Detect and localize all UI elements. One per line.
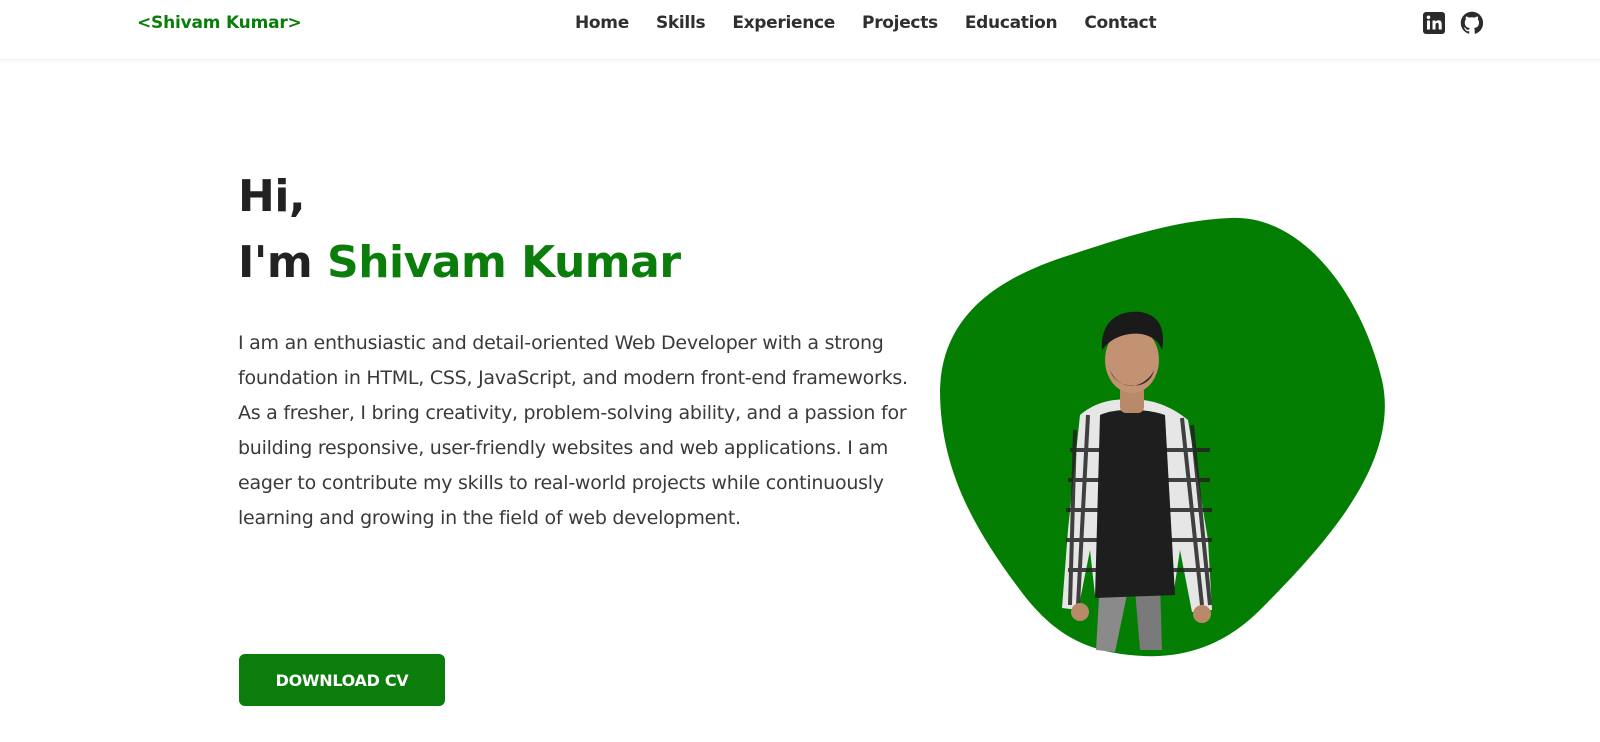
intro-prefix: I'm	[238, 237, 328, 288]
hero-intro: I'm Shivam Kumar	[238, 236, 918, 290]
linkedin-link[interactable]	[1422, 11, 1446, 35]
nav-home[interactable]: Home	[575, 13, 629, 33]
main-nav: Home Skills Experience Projects Educatio…	[575, 13, 1183, 33]
hero-bio: I am an enthusiastic and detail-oriented…	[238, 332, 908, 529]
top-navbar: <Shivam Kumar> Home Skills Experience Pr…	[0, 0, 1600, 60]
download-cv-button[interactable]: DOWNLOAD CV	[239, 654, 445, 706]
hero-greeting: Hi,	[238, 171, 306, 222]
nav-skills[interactable]: Skills	[656, 13, 706, 33]
hero-section: Hi, I'm Shivam Kumar I am an enthusiasti…	[238, 170, 918, 536]
github-icon	[1460, 11, 1484, 34]
social-links	[1422, 11, 1484, 35]
github-link[interactable]	[1460, 11, 1484, 35]
nav-education[interactable]: Education	[965, 13, 1058, 33]
site-logo[interactable]: <Shivam Kumar>	[137, 13, 302, 33]
profile-blob-graphic	[940, 217, 1385, 657]
profile-image	[930, 210, 1390, 660]
nav-experience[interactable]: Experience	[732, 13, 835, 33]
nav-contact[interactable]: Contact	[1084, 13, 1156, 33]
nav-projects[interactable]: Projects	[862, 13, 938, 33]
linkedin-icon	[1423, 12, 1445, 34]
hero-name: Shivam Kumar	[327, 237, 681, 288]
